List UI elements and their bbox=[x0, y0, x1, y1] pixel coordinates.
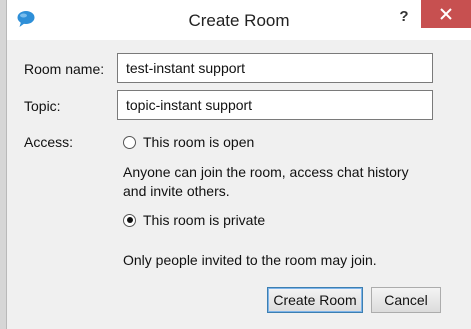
room-name-input[interactable] bbox=[117, 53, 433, 83]
open-option-description: Anyone can join the room, access chat hi… bbox=[123, 163, 409, 201]
private-radio-button[interactable] bbox=[123, 213, 136, 227]
description-line: and invite others. bbox=[123, 183, 230, 199]
help-button[interactable]: ? bbox=[393, 6, 415, 28]
cancel-button[interactable]: Cancel bbox=[371, 287, 441, 313]
close-button[interactable] bbox=[421, 0, 471, 28]
description-line: Only people invited to the room may join… bbox=[123, 252, 377, 268]
open-option-label: This room is open bbox=[143, 134, 255, 150]
private-option-description: Only people invited to the room may join… bbox=[123, 251, 377, 270]
create-room-dialog: Create Room ? Room name: Topic: Access: … bbox=[6, 0, 471, 329]
close-icon bbox=[440, 8, 452, 20]
private-option-label: This room is private bbox=[143, 212, 266, 228]
room-name-label: Room name: bbox=[24, 61, 105, 77]
description-line: Anyone can join the room, access chat hi… bbox=[123, 164, 409, 180]
access-label: Access: bbox=[24, 134, 74, 150]
create-room-button[interactable]: Create Room bbox=[267, 287, 363, 313]
topic-label: Topic: bbox=[24, 98, 61, 114]
topic-input[interactable] bbox=[117, 90, 433, 120]
open-radio-button[interactable] bbox=[123, 135, 136, 149]
radio-option-private[interactable]: This room is private bbox=[123, 212, 265, 228]
title-bar: Create Room ? bbox=[7, 0, 471, 40]
radio-option-open[interactable]: This room is open bbox=[123, 134, 254, 150]
